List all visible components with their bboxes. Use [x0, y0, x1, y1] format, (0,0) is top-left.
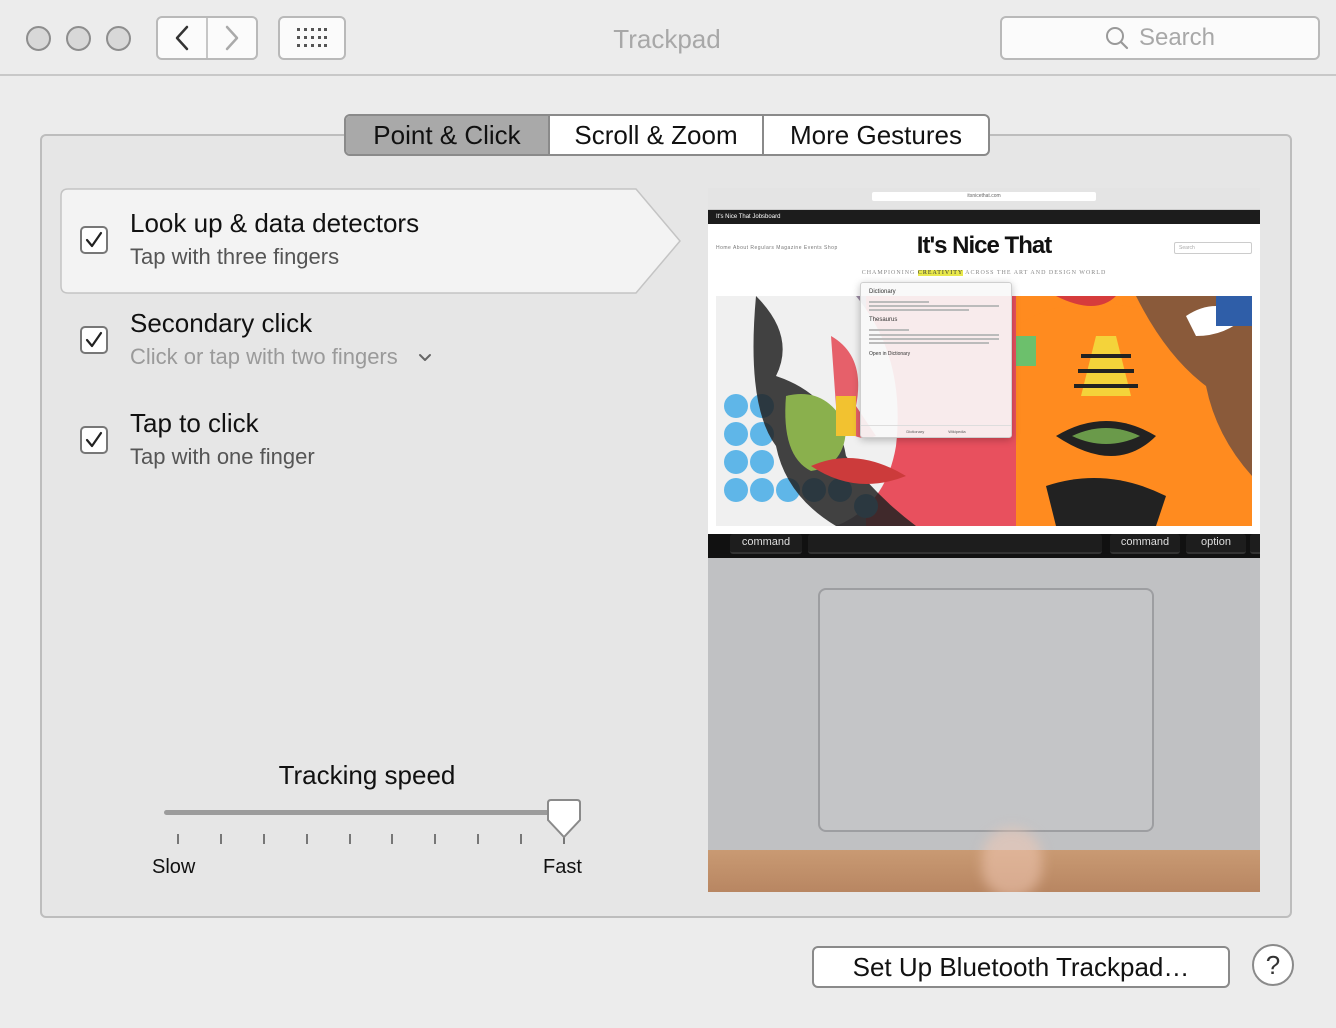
preview-site-bar: It's Nice That Jobsboard	[708, 210, 1260, 224]
preview-site-search: Search	[1174, 242, 1252, 254]
slider-min-label: Slow	[152, 856, 196, 878]
tagline-after: ACROSS THE ART AND DESIGN WORLD	[962, 270, 1107, 276]
grid-icon	[297, 28, 327, 47]
slider-tick	[520, 834, 523, 844]
tab-scroll-and-zoom[interactable]: Scroll & Zoom	[548, 116, 762, 154]
popup-thesaurus-heading: Thesaurus	[869, 317, 898, 323]
preview-url-bar: itsnicethat.com	[872, 192, 1096, 201]
option-subtitle: Tap with three fingers	[130, 244, 340, 269]
tab-point-and-click[interactable]: Point & Click	[346, 116, 548, 154]
preview-trackpad-surface	[818, 588, 1154, 832]
search-placeholder: Search	[1138, 24, 1216, 51]
title-bar: Trackpad Search	[0, 0, 1336, 76]
slider-max-label: Fast	[543, 856, 582, 878]
close-window-button[interactable]	[26, 26, 51, 51]
slider-tick	[262, 834, 265, 844]
option-title: Look up & data detectors	[130, 208, 420, 238]
checkmark-icon	[85, 331, 103, 348]
chevron-right-icon	[225, 25, 239, 51]
tab-bar: Point & Click Scroll & Zoom More Gesture…	[344, 114, 990, 156]
preview-keyboard-row: command command option	[708, 534, 1260, 558]
chevron-left-icon	[175, 25, 189, 51]
slider-tick	[391, 834, 394, 844]
popup-tab-wikipedia: Wikipedia	[948, 429, 966, 434]
search-icon	[1105, 27, 1129, 50]
tracking-speed-label: Tracking speed	[278, 760, 456, 790]
popup-open-link: Open in Dictionary	[869, 351, 911, 357]
slider-tick	[177, 834, 179, 844]
option-subtitle: Tap with one finger	[130, 444, 315, 469]
gesture-preview-video: itsnicethat.com It's Nice That Jobsboard…	[708, 188, 1260, 892]
preview-key-space	[808, 534, 1102, 554]
tap-to-click-checkbox[interactable]	[80, 426, 108, 454]
popup-footer: Dictionary Wikipedia	[861, 425, 1011, 437]
help-button[interactable]: ?	[1252, 944, 1294, 986]
popup-tab-dictionary: Dictionary	[906, 429, 925, 434]
tracking-speed-slider-track[interactable]	[164, 810, 580, 815]
option-secondary-click[interactable]: Secondary click Click or tap with two fi…	[78, 306, 638, 376]
tagline-highlight: CREATIVITY	[917, 270, 963, 276]
zoom-window-button[interactable]	[106, 26, 131, 51]
secondary-click-dropdown[interactable]: Click or tap with two fingers	[130, 344, 432, 370]
tagline-before: CHAMPIONING	[861, 270, 918, 276]
preview-key-option: option	[1186, 534, 1246, 554]
preview-finger	[982, 828, 1042, 892]
navigation-buttons	[156, 16, 258, 60]
checkmark-icon	[85, 231, 103, 248]
minimize-window-button[interactable]	[66, 26, 91, 51]
preview-browser-toolbar: itsnicethat.com	[708, 188, 1260, 210]
slider-tick	[348, 834, 351, 844]
slider-tick	[305, 834, 308, 844]
setup-bluetooth-trackpad-button[interactable]: Set Up Bluetooth Trackpad…	[812, 946, 1230, 988]
slider-tick	[477, 834, 480, 844]
option-tap-to-click[interactable]: Tap to click Tap with one finger	[78, 406, 638, 476]
tab-more-gestures[interactable]: More Gestures	[762, 116, 988, 154]
option-lookup-data-detectors[interactable]: Look up & data detectors Tap with three …	[78, 206, 638, 276]
lookup-checkbox[interactable]	[80, 226, 108, 254]
dropdown-value: Click or tap with two fingers	[130, 344, 398, 369]
popup-dictionary-heading: Dictionary	[869, 289, 896, 295]
preview-browser-window: itsnicethat.com It's Nice That Jobsboard…	[708, 188, 1260, 534]
chevron-down-icon	[418, 354, 431, 362]
preview-tagline: CHAMPIONING CREATIVITY ACROSS THE ART AN…	[708, 270, 1260, 276]
window-title: Trackpad	[613, 24, 721, 54]
forward-button[interactable]	[206, 18, 256, 58]
secondary-click-checkbox[interactable]	[80, 326, 108, 354]
back-button[interactable]	[158, 18, 206, 58]
option-title: Secondary click	[130, 308, 313, 338]
preview-lookup-popup: Dictionary Thesaurus Open in Dictionary …	[860, 282, 1012, 438]
option-title: Tap to click	[130, 408, 259, 438]
preview-key-command-right: command	[1110, 534, 1180, 554]
show-all-button[interactable]	[278, 16, 346, 60]
slider-tick	[434, 834, 437, 844]
search-field[interactable]: Search	[1000, 16, 1320, 60]
tracking-speed-slider-knob[interactable]	[546, 798, 582, 840]
preview-key-edge	[1250, 534, 1260, 554]
slider-tick	[219, 834, 222, 844]
preview-key-command-left: command	[730, 534, 802, 554]
checkmark-icon	[85, 431, 103, 448]
